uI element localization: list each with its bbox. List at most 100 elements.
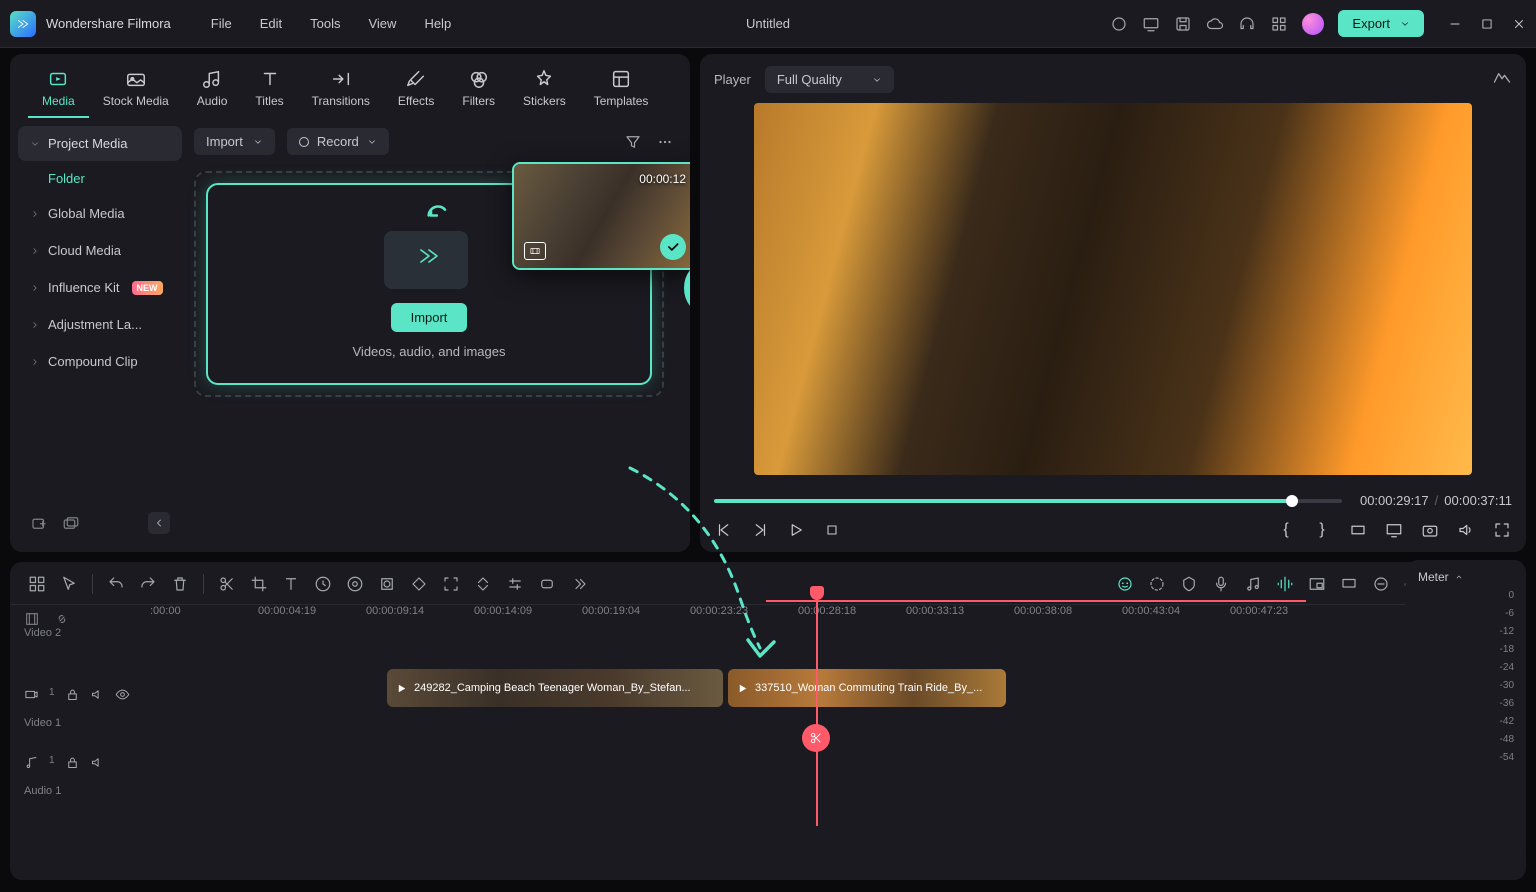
- minimize-icon[interactable]: [1448, 17, 1462, 31]
- mask-icon[interactable]: [378, 575, 396, 593]
- crop-icon[interactable]: [250, 575, 268, 593]
- auto-beat-icon[interactable]: [1276, 575, 1294, 593]
- sidebar-adjustment-layer[interactable]: Adjustment La...: [18, 307, 182, 342]
- tab-templates[interactable]: Templates: [580, 64, 663, 118]
- menu-view[interactable]: View: [368, 16, 396, 31]
- close-icon[interactable]: [1512, 17, 1526, 31]
- record-circle-icon[interactable]: [1110, 15, 1128, 33]
- user-avatar[interactable]: [1302, 13, 1324, 35]
- seek-bar[interactable]: [714, 499, 1342, 503]
- cloud-icon[interactable]: [1206, 15, 1224, 33]
- select-tool-icon[interactable]: [60, 575, 78, 593]
- tab-stickers[interactable]: Stickers: [509, 64, 580, 118]
- preview-video[interactable]: [754, 103, 1472, 475]
- menu-edit[interactable]: Edit: [260, 16, 282, 31]
- sidebar-global-media[interactable]: Global Media: [18, 196, 182, 231]
- tab-audio[interactable]: Audio: [183, 64, 242, 118]
- fullscreen-button[interactable]: [1492, 520, 1512, 540]
- import-button[interactable]: Import: [391, 303, 468, 332]
- save-icon[interactable]: [1174, 15, 1192, 33]
- preview-panel: Player Full Quality 00:00:29:17/00:00:37…: [700, 54, 1526, 552]
- clip-1[interactable]: 249282_Camping Beach Teenager Woman_By_S…: [387, 669, 723, 707]
- scope-icon[interactable]: [1492, 67, 1512, 87]
- video-track-icon: [24, 687, 39, 702]
- keyframe-icon[interactable]: [410, 575, 428, 593]
- display-button[interactable]: [1384, 520, 1404, 540]
- text-icon[interactable]: [282, 575, 300, 593]
- arrange-icon[interactable]: [28, 575, 46, 593]
- prev-frame-button[interactable]: [714, 520, 734, 540]
- more-icon[interactable]: [656, 133, 674, 151]
- visible-icon[interactable]: [115, 687, 130, 702]
- voiceover-icon[interactable]: [1212, 575, 1230, 593]
- sidebar-influence-kit[interactable]: Influence KitNEW: [18, 270, 182, 305]
- speed-icon[interactable]: [314, 575, 332, 593]
- split-at-playhead-button[interactable]: [802, 724, 830, 752]
- track-add-icon[interactable]: [24, 611, 40, 627]
- screen-icon[interactable]: [1340, 575, 1358, 593]
- new-bin-icon[interactable]: [62, 514, 80, 532]
- tab-stock-media[interactable]: Stock Media: [89, 64, 183, 118]
- mark-out-button[interactable]: }: [1312, 520, 1332, 540]
- mark-in-button[interactable]: {: [1276, 520, 1296, 540]
- play-button[interactable]: [786, 520, 806, 540]
- new-folder-icon[interactable]: [30, 514, 48, 532]
- record-dot-icon: [299, 137, 309, 147]
- meter-menu-icon[interactable]: [1455, 573, 1463, 581]
- menu-help[interactable]: Help: [424, 16, 451, 31]
- monitor-icon[interactable]: [1142, 15, 1160, 33]
- render-icon[interactable]: [538, 575, 556, 593]
- tab-titles[interactable]: Titles: [241, 64, 297, 118]
- mute-icon[interactable]: [90, 687, 105, 702]
- quality-dropdown[interactable]: Full Quality: [765, 66, 894, 93]
- tab-filters[interactable]: Filters: [448, 64, 509, 118]
- tab-transitions[interactable]: Transitions: [298, 64, 384, 118]
- import-dropdown[interactable]: Import: [194, 128, 275, 155]
- record-dropdown[interactable]: Record: [287, 128, 389, 155]
- maximize-icon[interactable]: [1480, 17, 1494, 31]
- link-icon[interactable]: [54, 611, 70, 627]
- media-thumbnail[interactable]: 00:00:12: [512, 162, 690, 270]
- headset-icon[interactable]: [1238, 15, 1256, 33]
- ai-icon[interactable]: [1116, 575, 1134, 593]
- expand-icon[interactable]: [570, 575, 588, 593]
- focus-icon[interactable]: [442, 575, 460, 593]
- video1-lane[interactable]: 249282_Camping Beach Teenager Woman_By_S…: [150, 665, 1526, 723]
- audio1-lane[interactable]: [150, 733, 1526, 791]
- volume-button[interactable]: [1456, 520, 1476, 540]
- transform-icon[interactable]: [474, 575, 492, 593]
- tab-media[interactable]: Media: [28, 64, 89, 118]
- tab-effects[interactable]: Effects: [384, 64, 448, 118]
- next-frame-button[interactable]: [750, 520, 770, 540]
- picture-in-picture-icon[interactable]: [1308, 575, 1326, 593]
- clip-2[interactable]: 337510_Woman Commuting Train Ride_By_...: [728, 669, 1006, 707]
- sidebar-cloud-media[interactable]: Cloud Media: [18, 233, 182, 268]
- adjust-icon[interactable]: [506, 575, 524, 593]
- marker-icon[interactable]: [1180, 575, 1198, 593]
- stop-button[interactable]: [822, 520, 842, 540]
- mute-icon[interactable]: [90, 755, 105, 770]
- enhance-icon[interactable]: [1148, 575, 1166, 593]
- apps-icon[interactable]: [1270, 15, 1288, 33]
- timeline-ruler[interactable]: :00:0000:00:04:1900:00:09:1400:00:14:090…: [10, 605, 1526, 633]
- export-button[interactable]: Export: [1338, 10, 1424, 37]
- menu-file[interactable]: File: [211, 16, 232, 31]
- snapshot-button[interactable]: [1420, 520, 1440, 540]
- delete-icon[interactable]: [171, 575, 189, 593]
- undo-icon[interactable]: [107, 575, 125, 593]
- sidebar-compound-clip[interactable]: Compound Clip: [18, 344, 182, 379]
- menu-tools[interactable]: Tools: [310, 16, 340, 31]
- filter-icon[interactable]: [624, 133, 642, 151]
- audio-mix-icon[interactable]: [1244, 575, 1262, 593]
- ratio-button[interactable]: [1348, 520, 1368, 540]
- zoom-out-icon[interactable]: [1372, 575, 1390, 593]
- color-icon[interactable]: [346, 575, 364, 593]
- lock-icon[interactable]: [65, 755, 80, 770]
- lock-icon[interactable]: [65, 687, 80, 702]
- redo-icon[interactable]: [139, 575, 157, 593]
- split-icon[interactable]: [218, 575, 236, 593]
- collapse-sidebar-button[interactable]: [148, 512, 170, 534]
- playhead[interactable]: [816, 596, 818, 826]
- sidebar-folder[interactable]: Folder: [18, 163, 182, 194]
- sidebar-project-media[interactable]: Project Media: [18, 126, 182, 161]
